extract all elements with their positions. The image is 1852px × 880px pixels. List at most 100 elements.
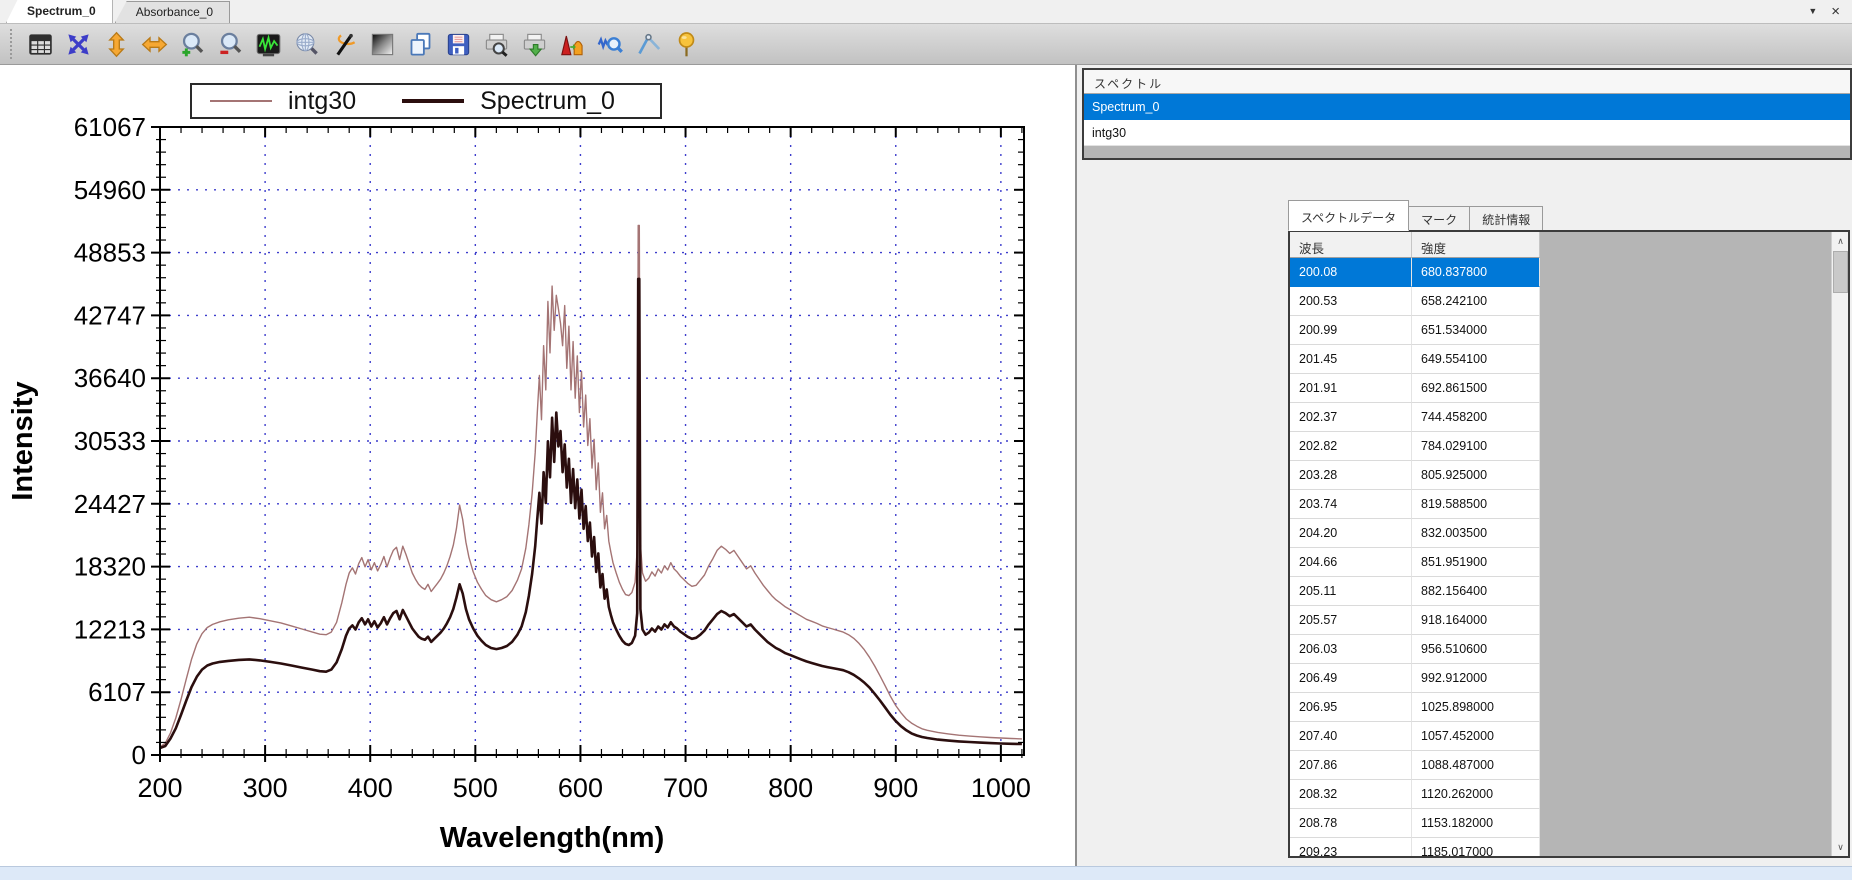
scrollbar-down-icon[interactable]: ∨ <box>1832 838 1849 856</box>
table-cell[interactable]: 851.951900 <box>1412 548 1540 577</box>
data-tab[interactable]: 統計情報 <box>1470 206 1543 231</box>
table-cell[interactable]: 201.45 <box>1290 345 1412 374</box>
table-cell[interactable]: 918.164000 <box>1412 606 1540 635</box>
gradient-icon-button[interactable] <box>364 26 400 62</box>
table-row[interactable]: 207.861088.487000 <box>1290 751 1540 780</box>
table-cell[interactable]: 651.534000 <box>1412 316 1540 345</box>
expand-icon-button[interactable] <box>60 26 96 62</box>
table-row[interactable]: 205.11882.156400 <box>1290 577 1540 606</box>
table-row[interactable]: 201.91692.861500 <box>1290 374 1540 403</box>
table-cell[interactable]: 1153.182000 <box>1412 809 1540 838</box>
table-cell[interactable]: 692.861500 <box>1412 374 1540 403</box>
table-row[interactable]: 207.401057.452000 <box>1290 722 1540 751</box>
table-cell[interactable]: 1088.487000 <box>1412 751 1540 780</box>
table-row[interactable]: 204.20832.003500 <box>1290 519 1540 548</box>
table-cell[interactable]: 992.912000 <box>1412 664 1540 693</box>
table-cell[interactable]: 956.510600 <box>1412 635 1540 664</box>
table-cell[interactable]: 882.156400 <box>1412 577 1540 606</box>
table-cell[interactable]: 208.78 <box>1290 809 1412 838</box>
print-export-icon-button[interactable] <box>516 26 552 62</box>
table-row[interactable]: 208.781153.182000 <box>1290 809 1540 838</box>
table-cell[interactable]: 1057.452000 <box>1412 722 1540 751</box>
table-cell[interactable]: 202.37 <box>1290 403 1412 432</box>
table-row[interactable]: 201.45649.554100 <box>1290 345 1540 374</box>
save-icon-button[interactable] <box>440 26 476 62</box>
table-icon-button[interactable] <box>22 26 58 62</box>
table-cell[interactable]: 200.53 <box>1290 287 1412 316</box>
horizontal-scale-icon-button[interactable] <box>136 26 172 62</box>
column-header[interactable]: 波長 <box>1290 232 1412 258</box>
table-cell[interactable]: 784.029100 <box>1412 432 1540 461</box>
table-row[interactable]: 200.99651.534000 <box>1290 316 1540 345</box>
scrollbar-up-icon[interactable]: ∧ <box>1832 232 1849 250</box>
data-tab[interactable]: マーク <box>1409 206 1470 231</box>
table-cell[interactable]: 202.82 <box>1290 432 1412 461</box>
table-cell[interactable]: 204.20 <box>1290 519 1412 548</box>
table-row[interactable]: 209.231185.017000 <box>1290 838 1540 858</box>
table-cell[interactable]: 649.554100 <box>1412 345 1540 374</box>
toolbar-grip[interactable] <box>10 29 14 59</box>
table-row[interactable]: 202.37744.458200 <box>1290 403 1540 432</box>
table-cell[interactable]: 805.925000 <box>1412 461 1540 490</box>
table-cell[interactable]: 209.23 <box>1290 838 1412 858</box>
table-row[interactable]: 200.08680.837800 <box>1290 258 1540 287</box>
table-row[interactable]: 203.28805.925000 <box>1290 461 1540 490</box>
table-cell[interactable]: 200.99 <box>1290 316 1412 345</box>
table-row[interactable]: 205.57918.164000 <box>1290 606 1540 635</box>
table-cell[interactable]: 203.74 <box>1290 490 1412 519</box>
table-row[interactable]: 206.03956.510600 <box>1290 635 1540 664</box>
scrollbar-thumb[interactable] <box>1833 251 1848 293</box>
column-header[interactable]: 強度 <box>1412 232 1540 258</box>
table-cell[interactable]: 207.86 <box>1290 751 1412 780</box>
table-cell[interactable]: 819.588500 <box>1412 490 1540 519</box>
table-cell[interactable]: 208.32 <box>1290 780 1412 809</box>
table-cell[interactable]: 201.91 <box>1290 374 1412 403</box>
table-cell[interactable]: 207.40 <box>1290 722 1412 751</box>
table-row[interactable]: 208.321120.262000 <box>1290 780 1540 809</box>
table-row[interactable]: 204.66851.951900 <box>1290 548 1540 577</box>
table-cell[interactable]: 203.28 <box>1290 461 1412 490</box>
table-row[interactable]: 203.74819.588500 <box>1290 490 1540 519</box>
chart-canvas[interactable]: 0610712213183202442730533366404274748853… <box>0 65 1077 866</box>
wave-zoom-icon-button[interactable] <box>592 26 628 62</box>
table-cell[interactable]: 1120.262000 <box>1412 780 1540 809</box>
table-cell[interactable]: 206.49 <box>1290 664 1412 693</box>
data-tab[interactable]: スペクトルデータ <box>1288 200 1409 231</box>
pin-icon-button[interactable] <box>668 26 704 62</box>
table-cell[interactable]: 204.66 <box>1290 548 1412 577</box>
spectrum-list-item[interactable]: intg30 <box>1084 120 1850 146</box>
caliper-icon-button[interactable] <box>630 26 666 62</box>
table-cell[interactable]: 744.458200 <box>1412 403 1540 432</box>
oscilloscope-icon-button[interactable] <box>250 26 286 62</box>
tab-menu-dropdown-icon[interactable]: ▼ <box>1808 7 1817 16</box>
table-cell[interactable]: 206.95 <box>1290 693 1412 722</box>
vertical-scale-icon-button[interactable] <box>98 26 134 62</box>
table-row[interactable]: 202.82784.029100 <box>1290 432 1540 461</box>
table-cell[interactable]: 200.08 <box>1290 258 1412 287</box>
peaks-icon-button[interactable] <box>554 26 590 62</box>
copy-icon-button[interactable] <box>402 26 438 62</box>
table-cell[interactable]: 1025.898000 <box>1412 693 1540 722</box>
magic-wand-icon-button[interactable] <box>326 26 362 62</box>
document-tab-absorbance_0[interactable]: Absorbance_0 <box>115 1 230 23</box>
sphere-zoom-icon-button[interactable] <box>288 26 324 62</box>
print-preview-icon-button[interactable] <box>478 26 514 62</box>
table-row[interactable]: 206.49992.912000 <box>1290 664 1540 693</box>
svg-text:6107: 6107 <box>88 677 146 707</box>
table-scrollbar[interactable]: ∧ ∨ <box>1831 232 1848 856</box>
document-tab-spectrum_0[interactable]: Spectrum_0 <box>6 0 113 23</box>
table-cell[interactable]: 658.242100 <box>1412 287 1540 316</box>
table-cell[interactable]: 1185.017000 <box>1412 838 1540 858</box>
table-row[interactable]: 206.951025.898000 <box>1290 693 1540 722</box>
table-cell[interactable]: 680.837800 <box>1412 258 1540 287</box>
zoom-in-icon-button[interactable] <box>174 26 210 62</box>
zoom-out-icon-button[interactable] <box>212 26 248 62</box>
table-cell[interactable]: 832.003500 <box>1412 519 1540 548</box>
table-cell[interactable]: 205.11 <box>1290 577 1412 606</box>
svg-text:42747: 42747 <box>74 300 146 330</box>
spectrum-list-item[interactable]: Spectrum_0 <box>1084 94 1850 120</box>
table-cell[interactable]: 205.57 <box>1290 606 1412 635</box>
table-cell[interactable]: 206.03 <box>1290 635 1412 664</box>
close-icon[interactable]: × <box>1831 4 1840 19</box>
table-row[interactable]: 200.53658.242100 <box>1290 287 1540 316</box>
